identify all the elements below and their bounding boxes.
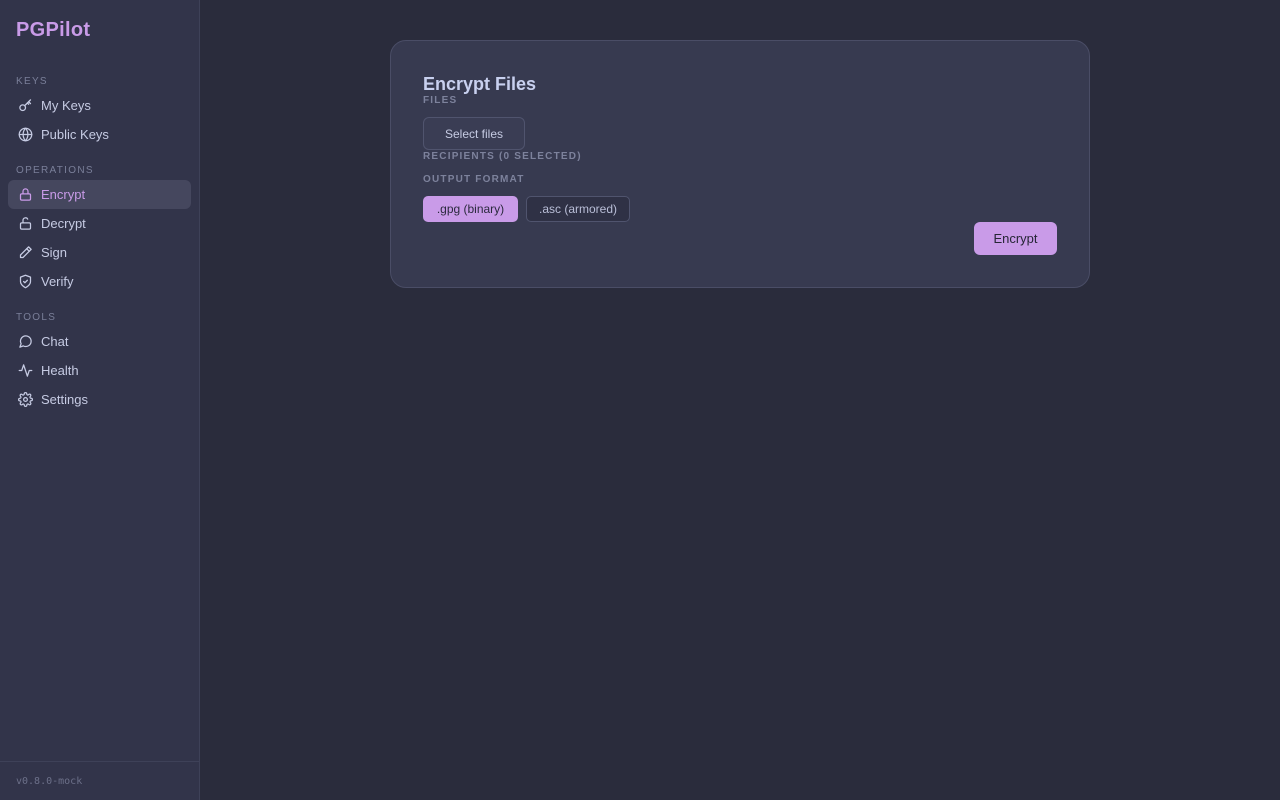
format-gpg-binary-option[interactable]: .gpg (binary): [423, 196, 518, 222]
recipients-label: RECIPIENTS (0 SELECTED): [423, 151, 582, 162]
lock-icon: [17, 187, 33, 203]
section-label-tools: TOOLS: [16, 312, 57, 323]
sidebar-footer: v0.8.0-mock: [0, 761, 199, 800]
sidebar-item-health[interactable]: Health: [8, 356, 191, 385]
sidebar-item-label: Chat: [41, 334, 69, 349]
select-files-button[interactable]: Select files: [423, 117, 525, 150]
activity-icon: [17, 363, 33, 379]
sidebar-item-label: Settings: [41, 392, 88, 407]
sidebar-item-label: Decrypt: [41, 216, 86, 231]
globe-icon: [17, 127, 33, 143]
sidebar-item-label: Encrypt: [41, 187, 86, 202]
sidebar-item-label: Verify: [41, 274, 74, 289]
sidebar-item-public-keys[interactable]: Public Keys: [8, 120, 191, 149]
app-logo: PGPilot: [16, 19, 91, 41]
sidebar-item-label: Health: [41, 363, 79, 378]
unlock-icon: [17, 216, 33, 232]
encrypt-card: Encrypt Files FILES Select files RECIPIE…: [390, 40, 1090, 288]
files-label: FILES: [423, 95, 458, 106]
sidebar-item-settings[interactable]: Settings: [8, 385, 191, 414]
sidebar-item-decrypt[interactable]: Decrypt: [8, 209, 191, 238]
gear-icon: [17, 392, 33, 408]
page-title: Encrypt Files: [423, 74, 537, 94]
main-content: Encrypt Files FILES Select files RECIPIE…: [200, 0, 1280, 800]
sidebar: PGPilot KEYS My Keys Public Keys OPERATI…: [0, 0, 200, 800]
key-icon: [17, 98, 33, 114]
app-root: PGPilot KEYS My Keys Public Keys OPERATI…: [0, 0, 1280, 800]
sidebar-item-sign[interactable]: Sign: [8, 238, 191, 267]
sidebar-item-label: Sign: [41, 245, 68, 260]
sidebar-item-label: Public Keys: [41, 127, 109, 142]
output-format-label: OUTPUT FORMAT: [423, 174, 525, 185]
encrypt-button[interactable]: Encrypt: [974, 222, 1057, 255]
chat-bubble-icon: [17, 334, 33, 350]
sidebar-item-encrypt[interactable]: Encrypt: [8, 180, 191, 209]
sidebar-item-my-keys[interactable]: My Keys: [8, 91, 191, 120]
sidebar-item-label: My Keys: [41, 98, 91, 113]
format-asc-armored-option[interactable]: .asc (armored): [526, 196, 630, 222]
shield-check-icon: [17, 274, 33, 290]
section-label-operations: OPERATIONS: [16, 165, 94, 176]
sidebar-item-verify[interactable]: Verify: [8, 267, 191, 296]
pen-icon: [17, 245, 33, 261]
sidebar-item-chat[interactable]: Chat: [8, 327, 191, 356]
app-version: v0.8.0-mock: [16, 776, 83, 787]
section-label-keys: KEYS: [16, 76, 48, 87]
